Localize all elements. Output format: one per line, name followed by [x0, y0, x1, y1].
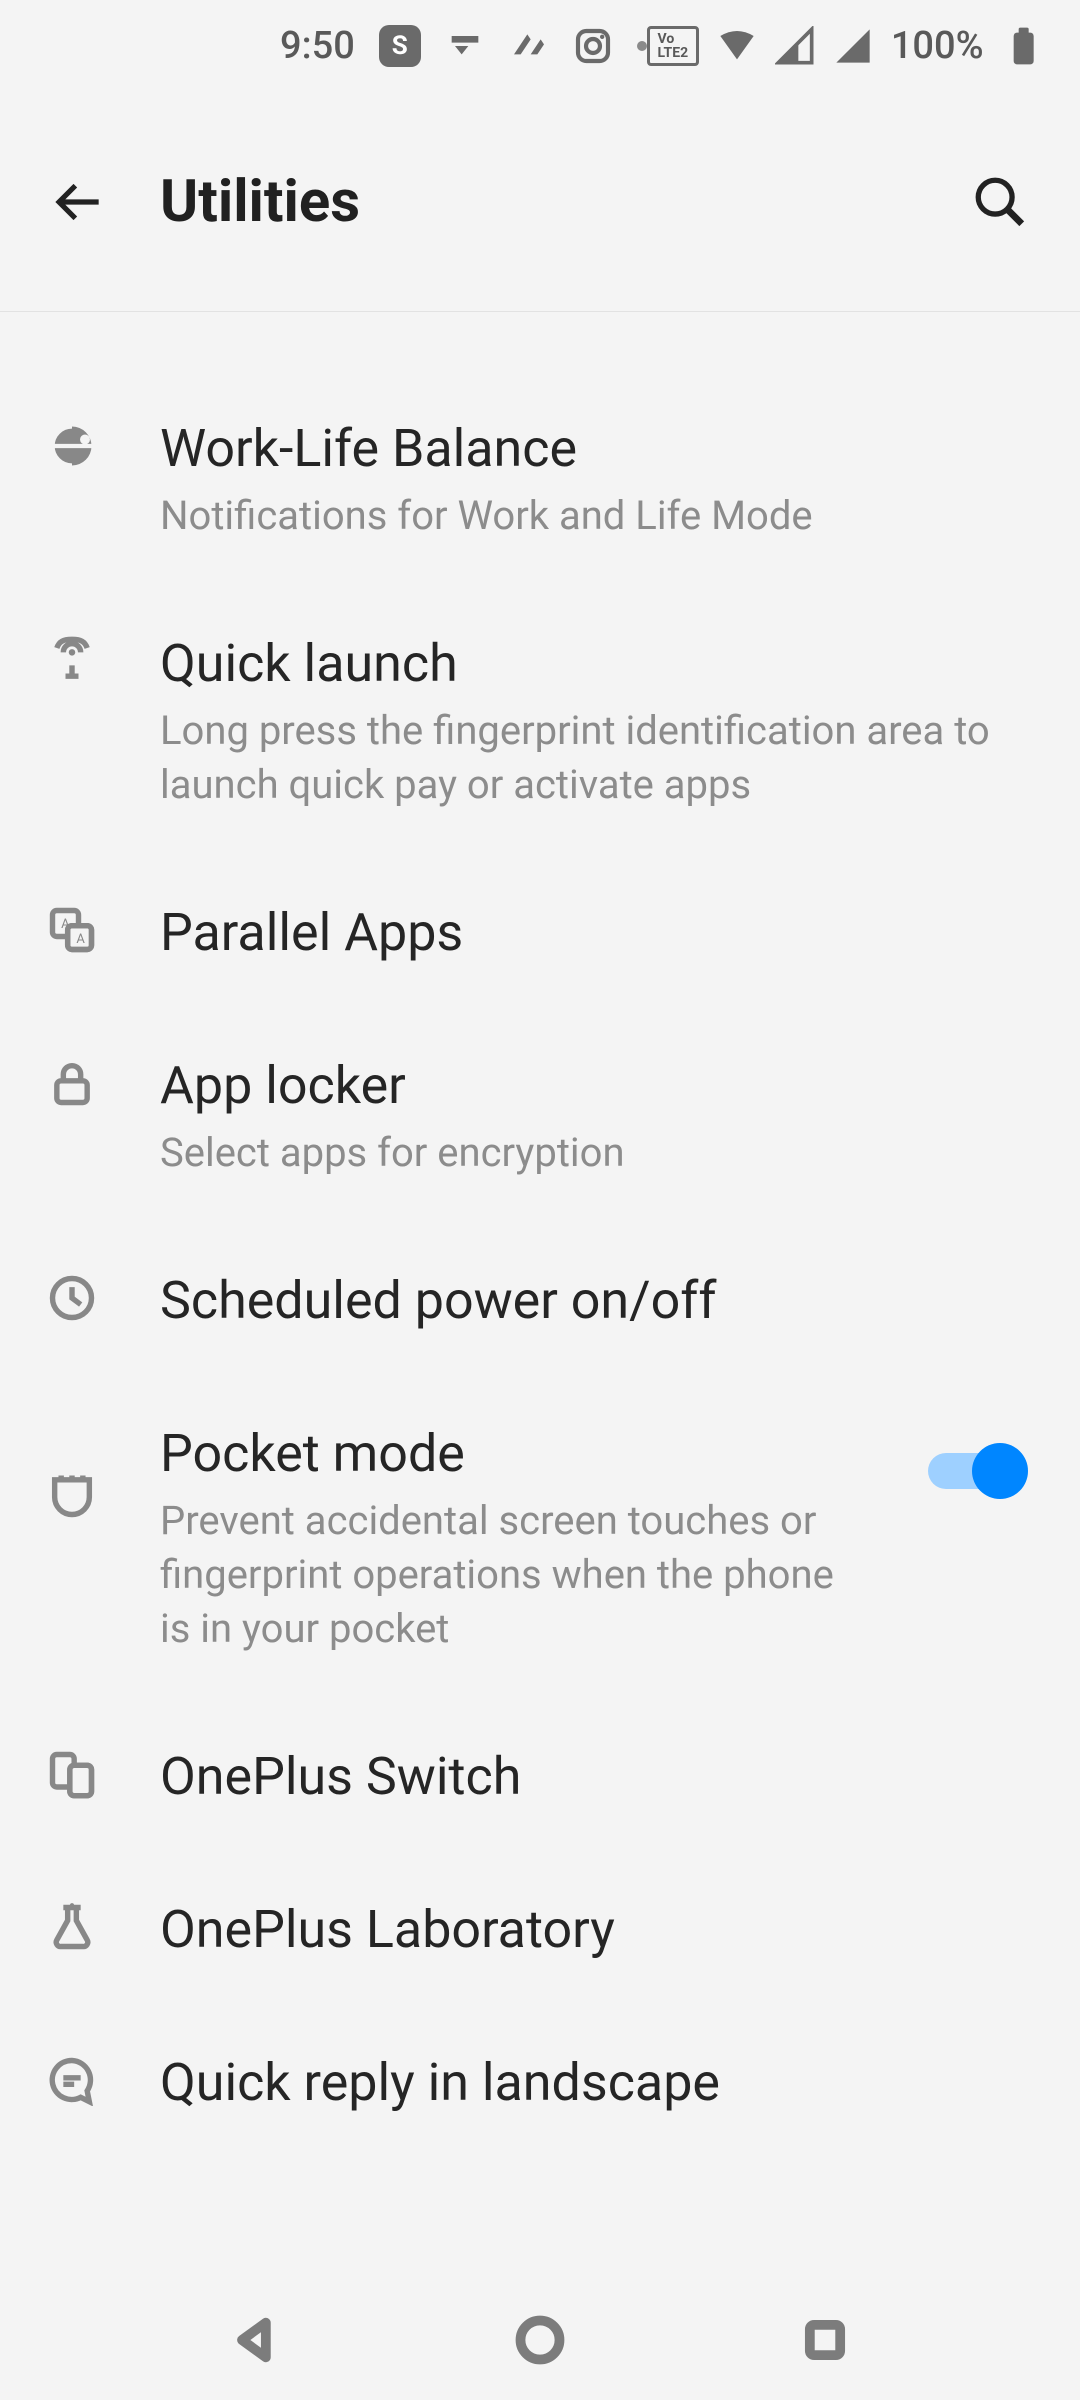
pocket-icon	[40, 1421, 104, 1521]
item-title: Work-Life Balance	[160, 416, 1024, 481]
nav-back-button[interactable]	[225, 2310, 285, 2370]
skype-icon: S	[379, 25, 421, 67]
instagram-icon	[573, 26, 613, 66]
nav-recents-button[interactable]	[795, 2310, 855, 2370]
status-time: 9:50	[280, 24, 355, 68]
parallel-apps-icon: AA	[40, 900, 104, 956]
page-title: Utilities	[120, 168, 960, 236]
item-title: Scheduled power on/off	[160, 1268, 1024, 1333]
svg-text:A: A	[61, 917, 70, 932]
item-subtitle: Select apps for encryption	[160, 1126, 1024, 1180]
cast-icon	[445, 26, 485, 66]
lab-icon	[40, 1897, 104, 1953]
toggle-thumb	[972, 1443, 1028, 1499]
status-bar: 9:50 S VoLTE2 100%	[0, 0, 1080, 92]
wifi-icon	[717, 26, 757, 66]
item-title: Parallel Apps	[160, 900, 1024, 965]
search-icon	[971, 173, 1029, 231]
arrow-left-icon	[52, 174, 108, 230]
svg-text:A: A	[76, 932, 85, 947]
item-oneplus-switch[interactable]: OnePlus Switch	[0, 1700, 1080, 1853]
lock-icon	[40, 1053, 104, 1109]
item-title: OnePlus Switch	[160, 1744, 1024, 1809]
item-app-locker[interactable]: App locker Select apps for encryption	[0, 1009, 1080, 1224]
chat-icon	[40, 2050, 104, 2106]
nav-recents-icon	[799, 2314, 851, 2366]
item-title: Quick reply in landscape	[160, 2050, 1024, 2115]
clock-icon	[40, 1268, 104, 1324]
item-subtitle: Prevent accidental screen touches or fin…	[160, 1494, 872, 1656]
nav-back-icon	[229, 2314, 281, 2366]
item-title: Quick launch	[160, 631, 1024, 696]
vpn-icon	[509, 26, 549, 66]
item-quick-reply[interactable]: Quick reply in landscape	[0, 2006, 1080, 2159]
notification-dot-icon	[637, 41, 647, 51]
item-title: OnePlus Laboratory	[160, 1897, 1024, 1962]
item-title: Pocket mode	[160, 1421, 872, 1486]
signal-2-icon	[833, 26, 873, 66]
item-work-life-balance[interactable]: Work-Life Balance Notifications for Work…	[0, 372, 1080, 587]
item-pocket-mode[interactable]: Pocket mode Prevent accidental screen to…	[0, 1377, 1080, 1700]
signal-1-icon	[775, 26, 815, 66]
battery-icon	[1002, 26, 1042, 66]
item-subtitle: Notifications for Work and Life Mode	[160, 489, 1024, 543]
nav-home-button[interactable]	[510, 2310, 570, 2370]
nav-home-icon	[514, 2314, 566, 2366]
item-parallel-apps[interactable]: AA Parallel Apps	[0, 856, 1080, 1009]
volte-icon: VoLTE2	[647, 26, 699, 66]
back-button[interactable]	[40, 162, 120, 242]
item-scheduled-power[interactable]: Scheduled power on/off	[0, 1224, 1080, 1377]
device-switch-icon	[40, 1744, 104, 1800]
globe-icon	[40, 416, 104, 472]
battery-percent: 100%	[891, 24, 984, 68]
pocket-mode-toggle[interactable]	[928, 1445, 1024, 1497]
item-subtitle: Long press the fingerprint identificatio…	[160, 704, 1024, 812]
item-oneplus-laboratory[interactable]: OnePlus Laboratory	[0, 1853, 1080, 2006]
fingerprint-tap-icon	[40, 631, 104, 687]
app-header: Utilities	[0, 92, 1080, 312]
search-button[interactable]	[960, 162, 1040, 242]
settings-list: Work-Life Balance Notifications for Work…	[0, 312, 1080, 2159]
status-left: 9:50 S	[280, 24, 647, 68]
item-title: App locker	[160, 1053, 1024, 1118]
status-right: VoLTE2 100%	[647, 24, 1042, 68]
item-quick-launch[interactable]: Quick launch Long press the fingerprint …	[0, 587, 1080, 856]
system-nav-bar	[0, 2280, 1080, 2400]
